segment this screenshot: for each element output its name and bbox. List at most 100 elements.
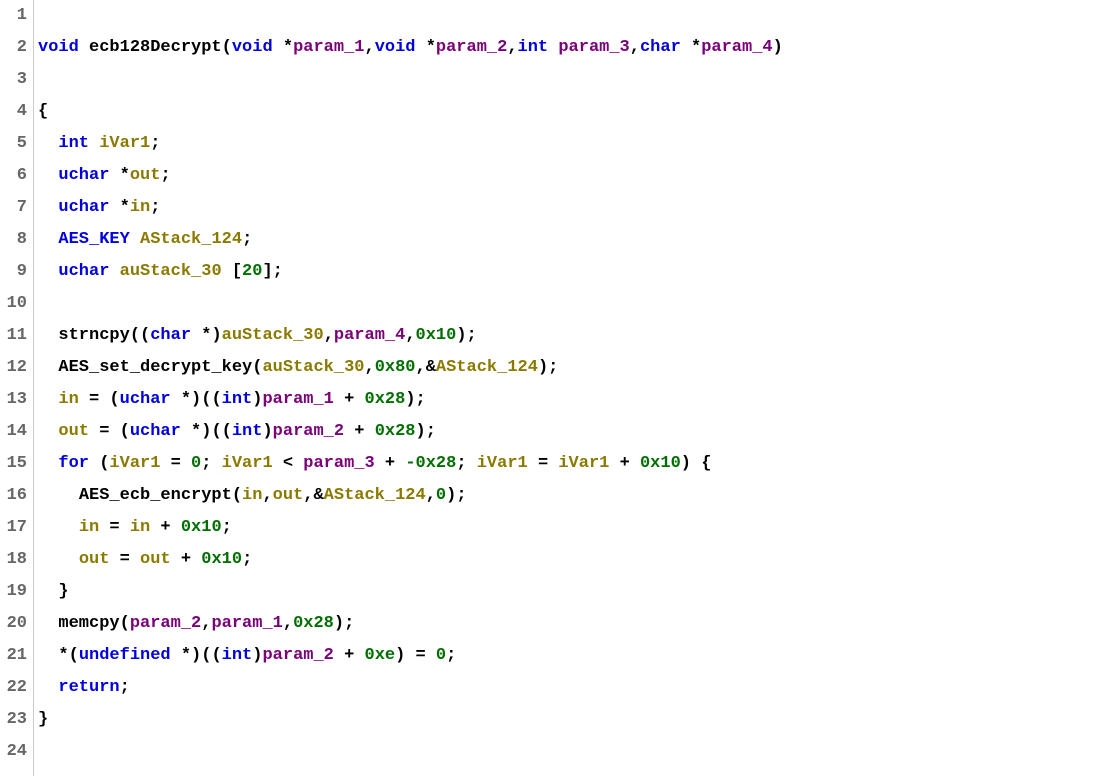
code-token: 0x28: [375, 422, 416, 441]
code-line[interactable]: return;: [38, 672, 1098, 704]
code-token: uchar: [58, 262, 119, 281]
code-line[interactable]: uchar *in;: [38, 192, 1098, 224]
code-token: [38, 544, 79, 576]
code-token: int: [518, 38, 559, 57]
code-token: ;: [242, 550, 252, 569]
code-token: [38, 448, 58, 480]
line-number: 7: [2, 192, 27, 224]
code-token: ,: [324, 326, 334, 345]
code-token: ,: [426, 486, 436, 505]
code-token: out: [79, 550, 110, 569]
code-token: param_2: [436, 38, 507, 57]
code-token: ) =: [395, 646, 436, 665]
code-line[interactable]: *(undefined *)((int)param_2 + 0xe) = 0;: [38, 640, 1098, 672]
line-number: 24: [2, 736, 27, 768]
code-token: auStack_30: [262, 358, 364, 377]
code-token: ): [538, 358, 548, 377]
code-token: param_4: [701, 38, 772, 57]
code-token: ,: [364, 358, 374, 377]
code-token: 0x28: [365, 390, 406, 409]
code-token: param_3: [558, 38, 629, 57]
code-line[interactable]: }: [38, 576, 1098, 608]
code-token: param_3: [303, 454, 374, 473]
code-line[interactable]: int iVar1;: [38, 128, 1098, 160]
line-number: 1: [2, 0, 27, 32]
code-token: =: [160, 454, 191, 473]
code-token: uchar: [120, 390, 181, 409]
code-token: iVar1: [222, 454, 273, 473]
code-token: AES_set_decrypt_key: [58, 358, 252, 377]
line-number: 2: [2, 32, 27, 64]
code-line[interactable]: out = out + 0x10;: [38, 544, 1098, 576]
code-token: auStack_30: [222, 326, 324, 345]
code-token: *: [201, 326, 211, 345]
code-token: &: [426, 358, 436, 377]
code-token: ;: [344, 614, 354, 633]
code-token: undefined: [79, 646, 181, 665]
code-token: *: [181, 390, 191, 409]
code-line[interactable]: [38, 288, 1098, 320]
code-token: uchar: [130, 422, 191, 441]
code-token: int: [58, 134, 99, 153]
code-token: =: [99, 518, 130, 537]
code-token: [38, 160, 58, 192]
code-token: void: [38, 38, 89, 57]
code-line[interactable]: [38, 0, 1098, 32]
line-number: 21: [2, 640, 27, 672]
code-line[interactable]: void ecb128Decrypt(void *param_1,void *p…: [38, 32, 1098, 64]
code-token: param_2: [273, 422, 344, 441]
code-token: *: [283, 38, 293, 57]
code-line[interactable]: uchar auStack_30 [20];: [38, 256, 1098, 288]
line-number: 8: [2, 224, 27, 256]
code-token: in: [242, 486, 262, 505]
code-token: param_1: [262, 390, 333, 409]
code-line[interactable]: AES_ecb_encrypt(in,out,&AStack_124,0);: [38, 480, 1098, 512]
code-line[interactable]: out = (uchar *)((int)param_2 + 0x28);: [38, 416, 1098, 448]
code-line[interactable]: uchar *out;: [38, 160, 1098, 192]
code-token: out: [58, 422, 89, 441]
code-token: (: [222, 38, 232, 57]
line-number: 11: [2, 320, 27, 352]
code-token: ;: [426, 422, 436, 441]
line-number: 9: [2, 256, 27, 288]
code-line[interactable]: in = (uchar *)((int)param_1 + 0x28);: [38, 384, 1098, 416]
code-token: strncpy: [58, 326, 129, 345]
code-token: (: [252, 358, 262, 377]
line-number: 12: [2, 352, 27, 384]
code-token: 0x10: [201, 550, 242, 569]
code-line[interactable]: AES_KEY AStack_124;: [38, 224, 1098, 256]
code-token: uchar: [58, 166, 119, 185]
code-line[interactable]: }: [38, 704, 1098, 736]
code-token: ,: [405, 326, 415, 345]
code-token: for: [58, 454, 99, 473]
code-line[interactable]: {: [38, 96, 1098, 128]
code-token: ): [446, 486, 456, 505]
code-token: *: [120, 166, 130, 185]
code-token: param_2: [130, 614, 201, 633]
code-line[interactable]: strncpy((char *)auStack_30,param_4,0x10)…: [38, 320, 1098, 352]
line-number-gutter: 123456789101112131415161718192021222324: [0, 0, 34, 776]
code-token: AStack_124: [140, 230, 242, 249]
code-line[interactable]: [38, 736, 1098, 768]
line-number: 13: [2, 384, 27, 416]
code-line[interactable]: for (iVar1 = 0; iVar1 < param_3 + -0x28;…: [38, 448, 1098, 480]
code-token: }: [38, 710, 48, 729]
code-token: =: [79, 390, 110, 409]
code-token: [38, 288, 58, 320]
code-token: [38, 128, 58, 160]
code-token: +: [375, 454, 406, 473]
code-token: AStack_124: [436, 358, 538, 377]
code-line[interactable]: AES_set_decrypt_key(auStack_30,0x80,&ASt…: [38, 352, 1098, 384]
code-token: )((: [191, 646, 222, 665]
code-token: void: [375, 38, 426, 57]
code-token: [38, 576, 58, 608]
code-token: 0x10: [181, 518, 222, 537]
code-line[interactable]: [38, 64, 1098, 96]
code-line[interactable]: in = in + 0x10;: [38, 512, 1098, 544]
code-token: [: [232, 262, 242, 281]
code-token: return: [58, 678, 119, 697]
code-token: 0: [191, 454, 201, 473]
code-view[interactable]: void ecb128Decrypt(void *param_1,void *p…: [34, 0, 1098, 776]
code-line[interactable]: memcpy(param_2,param_1,0x28);: [38, 608, 1098, 640]
code-token: param_4: [334, 326, 405, 345]
